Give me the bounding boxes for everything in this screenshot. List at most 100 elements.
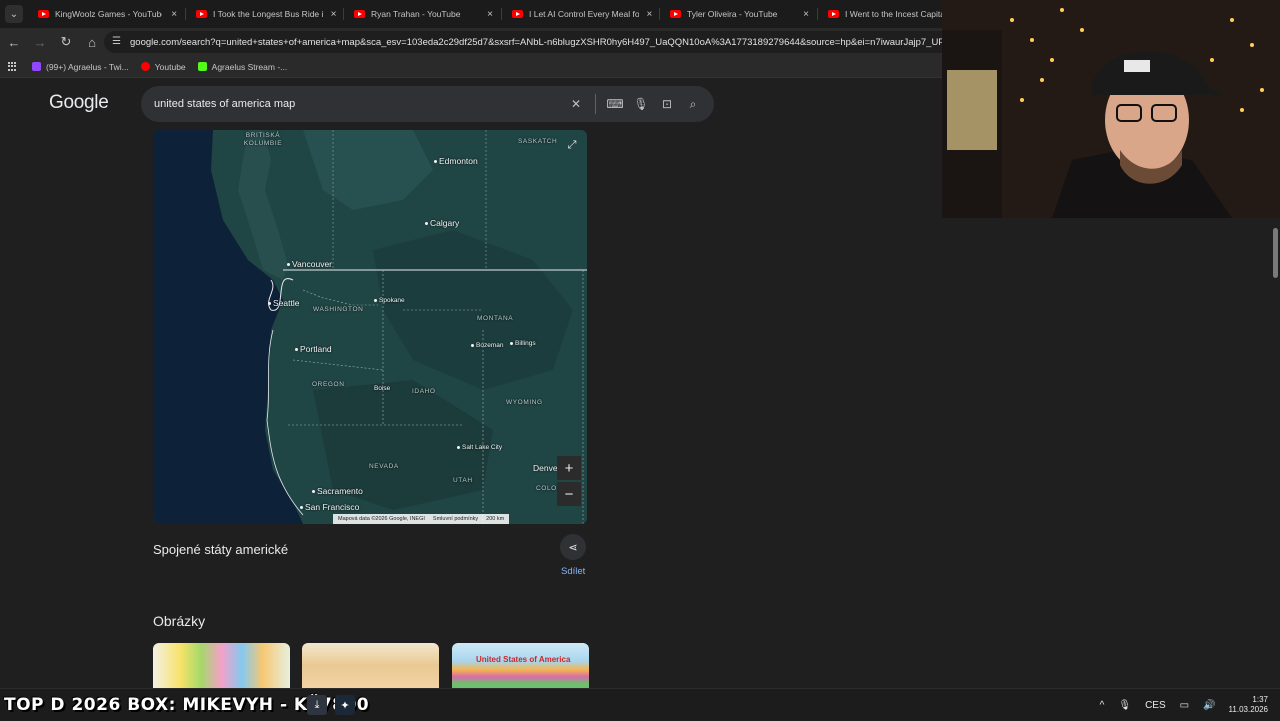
map-attribution: Mapová data ©2026 Google, INEGI Smluvní … <box>333 514 510 524</box>
browser-tab[interactable]: I Took the Longest Bus Ride in America × <box>186 0 344 28</box>
back-icon[interactable]: ← <box>2 30 26 54</box>
bookmark-youtube[interactable]: Youtube <box>140 61 186 72</box>
region-label: NEVADA <box>369 463 399 470</box>
city-label: Denve <box>533 463 558 473</box>
scale-text: 200 km <box>486 516 505 522</box>
search-input[interactable]: united states of america map <box>154 98 563 110</box>
city-label: Spokane <box>374 297 405 304</box>
region-label: UTAH <box>453 477 473 484</box>
city-label: Sacramento <box>312 486 363 496</box>
region-label: BRITISKÁ KOLUMBIE <box>243 132 283 147</box>
home-icon[interactable]: ⌂ <box>80 30 104 54</box>
tab-title: I Let AI Control Every Meal for 7 Days <box>529 9 639 19</box>
terms-link[interactable]: Smluvní podmínky <box>433 516 478 522</box>
zoom-out-button[interactable]: − <box>557 482 581 506</box>
image-thumbnail[interactable]: United States of America <box>452 643 589 688</box>
attribution-text: Mapová data ©2026 Google, INEGI <box>338 516 425 522</box>
search-box[interactable]: united states of america map ✕ ⌨ 🎙 ⊡ ⌕ <box>141 86 714 122</box>
image-thumbnail[interactable] <box>153 643 290 688</box>
clock[interactable]: 1:37 11.03.2026 <box>1229 695 1268 714</box>
steam-icon[interactable]: ✦ <box>335 695 355 715</box>
webcam-overlay <box>942 0 1280 218</box>
city-label: Boise <box>374 385 391 392</box>
apps-grid-icon[interactable] <box>8 61 18 72</box>
bookmark-label: (99+) Agraelus - Twi... <box>46 61 129 72</box>
region-label: SASKATCH <box>518 138 558 145</box>
map-view[interactable]: BRITISKÁ KOLUMBIE SASKATCH Edmonton Calg… <box>153 130 587 524</box>
close-icon[interactable]: × <box>168 9 180 20</box>
site-info-icon[interactable]: ☰ <box>112 36 124 48</box>
search-icon[interactable]: ⌕ <box>680 97 706 112</box>
place-title: Spojené státy americké <box>153 542 289 557</box>
streamer-video <box>942 0 1280 218</box>
network-icon[interactable]: ▭ <box>1180 700 1189 711</box>
twitch-icon <box>32 62 41 71</box>
tab-search-button[interactable]: ⌄ <box>0 0 28 28</box>
browser-tab[interactable]: KingWoolz Games - YouTube × <box>28 0 186 28</box>
close-icon[interactable]: × <box>329 9 338 20</box>
share-icon: ⋖ <box>568 541 578 554</box>
region-label: COLO <box>536 485 557 492</box>
tab-title: KingWoolz Games - YouTube <box>55 9 163 19</box>
volume-icon[interactable]: 🔊 <box>1203 700 1215 711</box>
zoom-in-button[interactable]: + <box>557 456 581 480</box>
region-label: MONTANA <box>477 315 514 322</box>
clock-time: 1:37 <box>1252 695 1268 705</box>
tab-title: Tyler Oliveira - YouTube <box>687 9 778 19</box>
tab-title: Ryan Trahan - YouTube <box>371 9 461 19</box>
microphone-icon[interactable]: 🎙 <box>628 97 654 111</box>
image-thumbnail[interactable] <box>302 643 439 688</box>
keyboard-icon[interactable]: ⌨ <box>602 97 628 111</box>
download-app-icon[interactable]: ⤓ <box>307 695 327 715</box>
city-label: Salt Lake City <box>457 444 502 451</box>
region-label: WYOMING <box>506 399 543 406</box>
close-icon[interactable]: × <box>645 9 654 20</box>
browser-tab[interactable]: Ryan Trahan - YouTube × <box>344 0 502 28</box>
bookmark-label: Agraelus Stream -... <box>211 61 288 72</box>
browser-tab[interactable]: Tyler Oliveira - YouTube × <box>660 0 818 28</box>
city-label: Billings <box>510 340 536 347</box>
url-text: google.com/search?q=united+states+of+ame… <box>130 36 967 48</box>
thumbnail-caption: United States of America <box>476 655 571 664</box>
taskbar: TOP D 2026 BOX: MIKEVYH - KČ7800 ⤓ ✦ ^ 🎙… <box>0 688 1280 720</box>
images-section-title: Obrázky <box>153 613 206 629</box>
youtube-icon <box>354 10 365 18</box>
reload-icon[interactable]: ↻ <box>54 30 78 54</box>
microphone-icon[interactable]: 🎙 <box>1118 700 1131 711</box>
region-label: WASHINGTON <box>313 306 364 313</box>
youtube-icon <box>670 10 681 18</box>
youtube-icon <box>828 10 839 18</box>
fullscreen-icon[interactable]: ⤢ <box>563 136 581 154</box>
youtube-icon <box>38 10 49 18</box>
page-scrollbar[interactable] <box>1271 218 1280 688</box>
kick-icon <box>197 62 207 71</box>
browser-tab[interactable]: I Let AI Control Every Meal for 7 Days × <box>502 0 660 28</box>
share-button[interactable]: ⋖ <box>560 534 586 560</box>
youtube-icon <box>196 10 207 18</box>
tab-title: I Took the Longest Bus Ride in America <box>213 9 323 19</box>
bookmark-twitch[interactable]: (99+) Agraelus - Twi... <box>32 62 129 72</box>
forward-icon[interactable]: → <box>28 30 52 54</box>
chevron-down-icon: ⌄ <box>5 5 23 23</box>
google-logo[interactable]: Google <box>49 92 109 114</box>
divider <box>595 94 596 114</box>
camera-search-icon[interactable]: ⊡ <box>654 97 680 111</box>
scrollbar-thumb[interactable] <box>1273 228 1278 278</box>
language-indicator[interactable]: CES <box>1145 700 1166 711</box>
bookmark-label: Youtube <box>154 61 186 72</box>
system-tray: ^ 🎙 CES ▭ 🔊 1:37 11.03.2026 <box>1093 689 1280 721</box>
bookmark-kick[interactable]: Agraelus Stream -... <box>197 61 288 72</box>
region-label: OREGON <box>312 381 345 388</box>
close-icon[interactable]: × <box>484 9 496 20</box>
city-label: San Francisco <box>300 502 359 512</box>
chevron-up-icon[interactable]: ^ <box>1100 700 1105 711</box>
region-label: IDAHO <box>412 388 436 395</box>
clear-icon[interactable]: ✕ <box>563 97 589 111</box>
close-icon[interactable]: × <box>800 9 812 20</box>
share-label[interactable]: Sdílet <box>561 566 585 577</box>
city-label: Bozeman <box>471 342 503 349</box>
city-label: Edmonton <box>434 156 478 166</box>
city-label: Seattle <box>268 298 299 308</box>
city-label: Calgary <box>425 218 459 228</box>
city-label: Portland <box>295 344 332 354</box>
